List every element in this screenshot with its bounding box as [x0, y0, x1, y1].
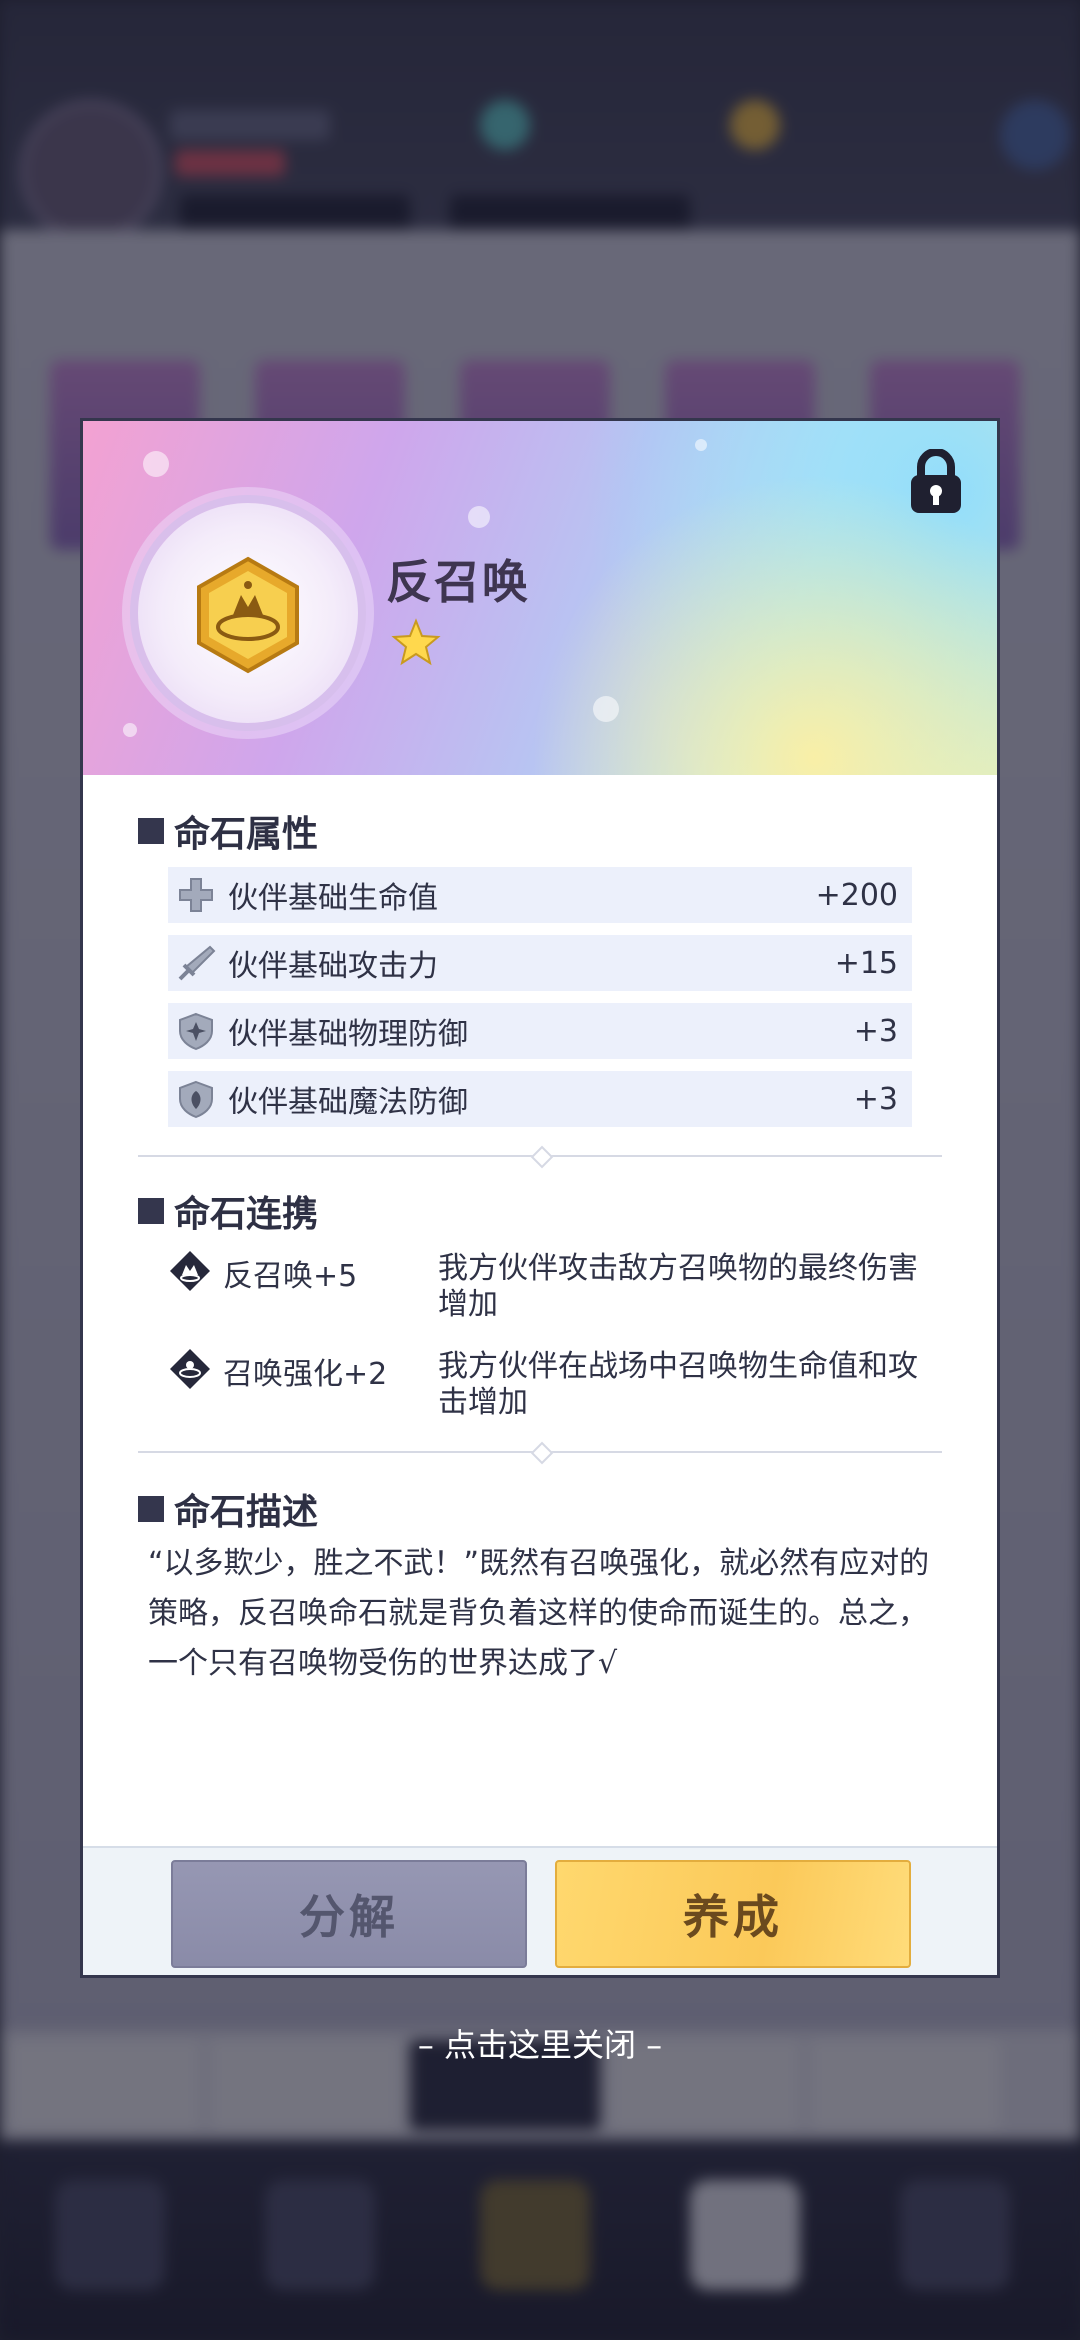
sparkle: [143, 451, 169, 477]
sword-icon: [178, 945, 216, 981]
sparkle: [593, 696, 619, 722]
section-marker: [138, 818, 164, 844]
shield-magic-icon: [179, 1080, 213, 1119]
attribute-label: 伙伴基础物理防御: [228, 1017, 468, 1052]
link-row: 召唤强化+2 我方伙伴在战场中召唤物生命值和攻击增加: [168, 1347, 948, 1427]
description-section-title: 命石描述: [138, 1483, 318, 1535]
link-name: 反召唤+5: [223, 1259, 358, 1294]
attribute-label: 伙伴基础攻击力: [228, 949, 438, 984]
summon-boost-icon: [170, 1349, 210, 1389]
anti-summon-icon: [170, 1251, 210, 1291]
attribute-row: 伙伴基础物理防御 +3: [168, 1003, 912, 1059]
gem-frame: [138, 503, 358, 723]
links-title-text: 命石连携: [174, 1194, 319, 1235]
attribute-value: +3: [853, 1013, 898, 1049]
attribute-label: 伙伴基础魔法防御: [228, 1085, 468, 1120]
attribute-row: 伙伴基础魔法防御 +3: [168, 1071, 912, 1127]
sparkle: [695, 439, 707, 451]
section-divider: [138, 1145, 942, 1169]
link-description: 我方伙伴攻击敌方召唤物的最终伤害增加: [438, 1251, 918, 1322]
lock-icon[interactable]: [909, 449, 963, 515]
section-marker: [138, 1496, 164, 1522]
star-icon: [391, 618, 441, 666]
section-divider: [138, 1441, 942, 1465]
attribute-label: 伙伴基础生命值: [228, 881, 438, 916]
links-section-title: 命石连携: [138, 1185, 318, 1237]
sparkle: [468, 506, 490, 528]
description-text: “以多欺少，胜之不武！”既然有召唤强化，就必然有应对的策略，反召唤命石就是背负着…: [148, 1546, 930, 1681]
item-name: 反召唤: [386, 555, 530, 609]
attribute-row: 伙伴基础攻击力 +15: [168, 935, 912, 991]
shield-star-icon: [179, 1012, 213, 1051]
dialog-header: 反召唤: [83, 421, 997, 775]
decompose-button[interactable]: 分解: [171, 1860, 527, 1968]
attributes-title-text: 命石属性: [174, 814, 319, 855]
attribute-value: +3: [853, 1081, 898, 1117]
attribute-value: +200: [815, 877, 898, 913]
link-description: 我方伙伴在战场中召唤物生命值和攻击增加: [438, 1349, 918, 1420]
dialog-footer: 分解 养成: [83, 1846, 997, 1975]
fate-stone-icon: [197, 556, 299, 674]
description-title-text: 命石描述: [174, 1492, 319, 1533]
sparkle: [123, 723, 137, 737]
cultivate-button[interactable]: 养成: [555, 1860, 911, 1968]
link-row: 反召唤+5 我方伙伴攻击敌方召唤物的最终伤害增加: [168, 1249, 948, 1329]
fate-stone-detail-dialog: 反召唤 命石属性 伙伴基础生命值 +200 伙伴基础攻击力 +15 伙伴基础物理…: [80, 418, 1000, 1978]
section-marker: [138, 1198, 164, 1224]
attributes-section-title: 命石属性: [138, 805, 318, 857]
attribute-row: 伙伴基础生命值 +200: [168, 867, 912, 923]
close-hint[interactable]: – 点击这里关闭 –: [0, 2020, 1080, 2066]
plus-icon: [179, 878, 213, 912]
attribute-value: +15: [834, 945, 898, 981]
link-name: 召唤强化+2: [223, 1357, 388, 1392]
